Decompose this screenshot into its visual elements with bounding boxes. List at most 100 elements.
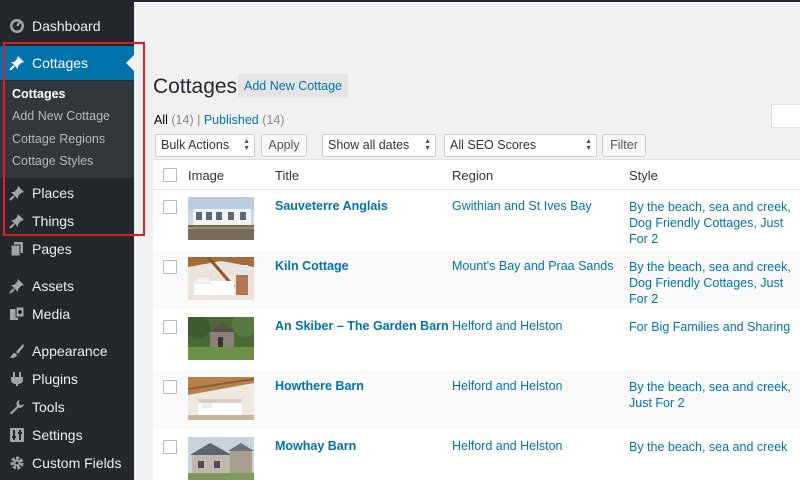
- select-arrows-icon: ▲ ▼: [585, 138, 592, 152]
- submenu-cottages[interactable]: Cottages: [12, 87, 65, 101]
- bulk-actions-value: Bulk Actions: [161, 138, 230, 152]
- pin-icon: [0, 55, 32, 71]
- table-row: Kiln Cottage Mount's Bay and Praa Sands …: [153, 250, 800, 310]
- menu-dashboard[interactable]: Dashboard: [0, 12, 134, 40]
- style-links[interactable]: By the beach, sea and creek, Dog Friendl…: [629, 259, 799, 307]
- apply-button[interactable]: Apply: [261, 134, 307, 157]
- menu-media[interactable]: Media: [0, 300, 134, 328]
- style-links[interactable]: For Big Families and Sharing: [629, 319, 799, 335]
- row-checkbox[interactable]: [163, 260, 177, 274]
- style-links[interactable]: By the beach, sea and creek: [629, 439, 799, 455]
- add-new-cottage-button[interactable]: Add New Cottage: [238, 74, 348, 98]
- wrench-icon: [0, 399, 32, 415]
- menu-label: Places: [32, 185, 75, 201]
- admin-sidebar: Dashboard Cottages Cottages Add New Cott…: [0, 0, 145, 480]
- pin-icon: [0, 278, 32, 294]
- menu-label: Settings: [32, 427, 83, 443]
- filter-separator: |: [197, 113, 201, 127]
- cottage-thumbnail: [188, 377, 254, 420]
- top-strip: [134, 0, 800, 2]
- menu-pages[interactable]: Pages: [0, 235, 134, 263]
- column-style: Style: [629, 168, 658, 183]
- cottage-thumbnail: [188, 317, 254, 360]
- row-checkbox[interactable]: [163, 320, 177, 334]
- filter-published-link[interactable]: Published: [204, 113, 259, 127]
- menu-label: Appearance: [32, 343, 108, 359]
- menu-label: Cottages: [32, 55, 89, 71]
- page-title: Cottages: [153, 75, 238, 98]
- media-icon: [0, 306, 32, 322]
- column-title[interactable]: Title: [275, 168, 299, 183]
- select-arrows-icon: ▲ ▼: [424, 138, 431, 152]
- menu-things[interactable]: Things: [0, 207, 134, 235]
- pin-icon: [0, 185, 32, 201]
- filter-published-count: (14): [262, 113, 285, 127]
- menu-label: Media: [32, 306, 71, 322]
- cottage-title-link[interactable]: Howthere Barn: [275, 379, 364, 393]
- menu-settings[interactable]: Settings: [0, 421, 134, 449]
- dates-value: Show all dates: [328, 138, 410, 152]
- dates-select[interactable]: Show all dates ▲ ▼: [322, 134, 436, 157]
- menu-label: Custom Fields: [32, 455, 122, 471]
- menu-label: Plugins: [32, 371, 78, 387]
- cottages-table: Image Title Region Style Sauveterre Angl…: [153, 159, 800, 480]
- menu-custom-fields[interactable]: Custom Fields: [0, 449, 134, 477]
- cottages-submenu: Cottages Add New Cottage Cottage Regions…: [0, 81, 134, 178]
- pages-icon: [0, 241, 32, 257]
- submenu-add-new-cottage[interactable]: Add New Cottage: [12, 109, 110, 123]
- style-links[interactable]: By the beach, sea and creek, Dog Friendl…: [629, 199, 799, 247]
- style-links[interactable]: By the beach, sea and creek, Just For 2: [629, 379, 799, 411]
- menu-label: Assets: [32, 278, 75, 294]
- table-row: Sauveterre Anglais Gwithian and St Ives …: [153, 190, 800, 250]
- settings-icon: [0, 427, 32, 443]
- region-link[interactable]: Mount's Bay and Praa Sands: [452, 259, 614, 273]
- search-input[interactable]: [771, 104, 800, 128]
- bulk-actions-select[interactable]: Bulk Actions ▲ ▼: [155, 134, 255, 157]
- row-checkbox[interactable]: [163, 440, 177, 454]
- filter-button[interactable]: Filter: [602, 134, 646, 157]
- select-arrows-icon: ▲ ▼: [243, 138, 250, 152]
- column-image: Image: [188, 168, 225, 183]
- cottage-thumbnail: [188, 197, 254, 240]
- region-link[interactable]: Gwithian and St Ives Bay: [452, 199, 592, 213]
- cottage-title-link[interactable]: Kiln Cottage: [275, 259, 349, 273]
- gear-icon: [0, 455, 32, 471]
- row-checkbox[interactable]: [163, 380, 177, 394]
- region-link[interactable]: Helford and Helston: [452, 439, 562, 453]
- cottage-thumbnail: [188, 257, 254, 300]
- menu-appearance[interactable]: Appearance: [0, 337, 134, 365]
- menu-label: Dashboard: [32, 18, 101, 34]
- filter-all-link[interactable]: All: [154, 113, 168, 127]
- menu-label: Things: [32, 213, 75, 229]
- submenu-cottage-styles[interactable]: Cottage Styles: [12, 154, 93, 168]
- cottage-thumbnail: [188, 437, 254, 480]
- filter-all-count: (14): [171, 113, 194, 127]
- table-row: An Skiber – The Garden Barn Helford and …: [153, 310, 800, 370]
- seo-scores-select[interactable]: All SEO Scores ▲ ▼: [444, 134, 597, 157]
- table-row: Mowhay Barn Helford and Helston By the b…: [153, 430, 800, 480]
- current-arrow: [126, 55, 134, 71]
- pin-icon: [0, 213, 32, 229]
- status-filter-links: All (14) | Published (14): [154, 113, 284, 127]
- menu-assets[interactable]: Assets: [0, 272, 134, 300]
- cottage-title-link[interactable]: Mowhay Barn: [275, 439, 356, 453]
- brush-icon: [0, 343, 32, 359]
- menu-places[interactable]: Places: [0, 179, 134, 207]
- menu-tools[interactable]: Tools: [0, 393, 134, 421]
- cottage-title-link[interactable]: Sauveterre Anglais: [275, 199, 388, 213]
- submenu-cottage-regions[interactable]: Cottage Regions: [12, 132, 105, 146]
- menu-cottages[interactable]: Cottages: [0, 46, 134, 80]
- dashboard-icon: [0, 18, 32, 34]
- menu-plugins[interactable]: Plugins: [0, 365, 134, 393]
- menu-label: Pages: [32, 241, 72, 257]
- seo-scores-value: All SEO Scores: [450, 138, 537, 152]
- plug-icon: [0, 371, 32, 387]
- column-region: Region: [452, 168, 494, 183]
- table-header: Image Title Region Style: [153, 160, 800, 190]
- select-all-checkbox[interactable]: [163, 168, 177, 182]
- row-checkbox[interactable]: [163, 200, 177, 214]
- region-link[interactable]: Helford and Helston: [452, 319, 562, 333]
- cottage-title-link[interactable]: An Skiber – The Garden Barn: [275, 319, 449, 333]
- table-row: Howthere Barn Helford and Helston By the…: [153, 370, 800, 430]
- region-link[interactable]: Helford and Helston: [452, 379, 562, 393]
